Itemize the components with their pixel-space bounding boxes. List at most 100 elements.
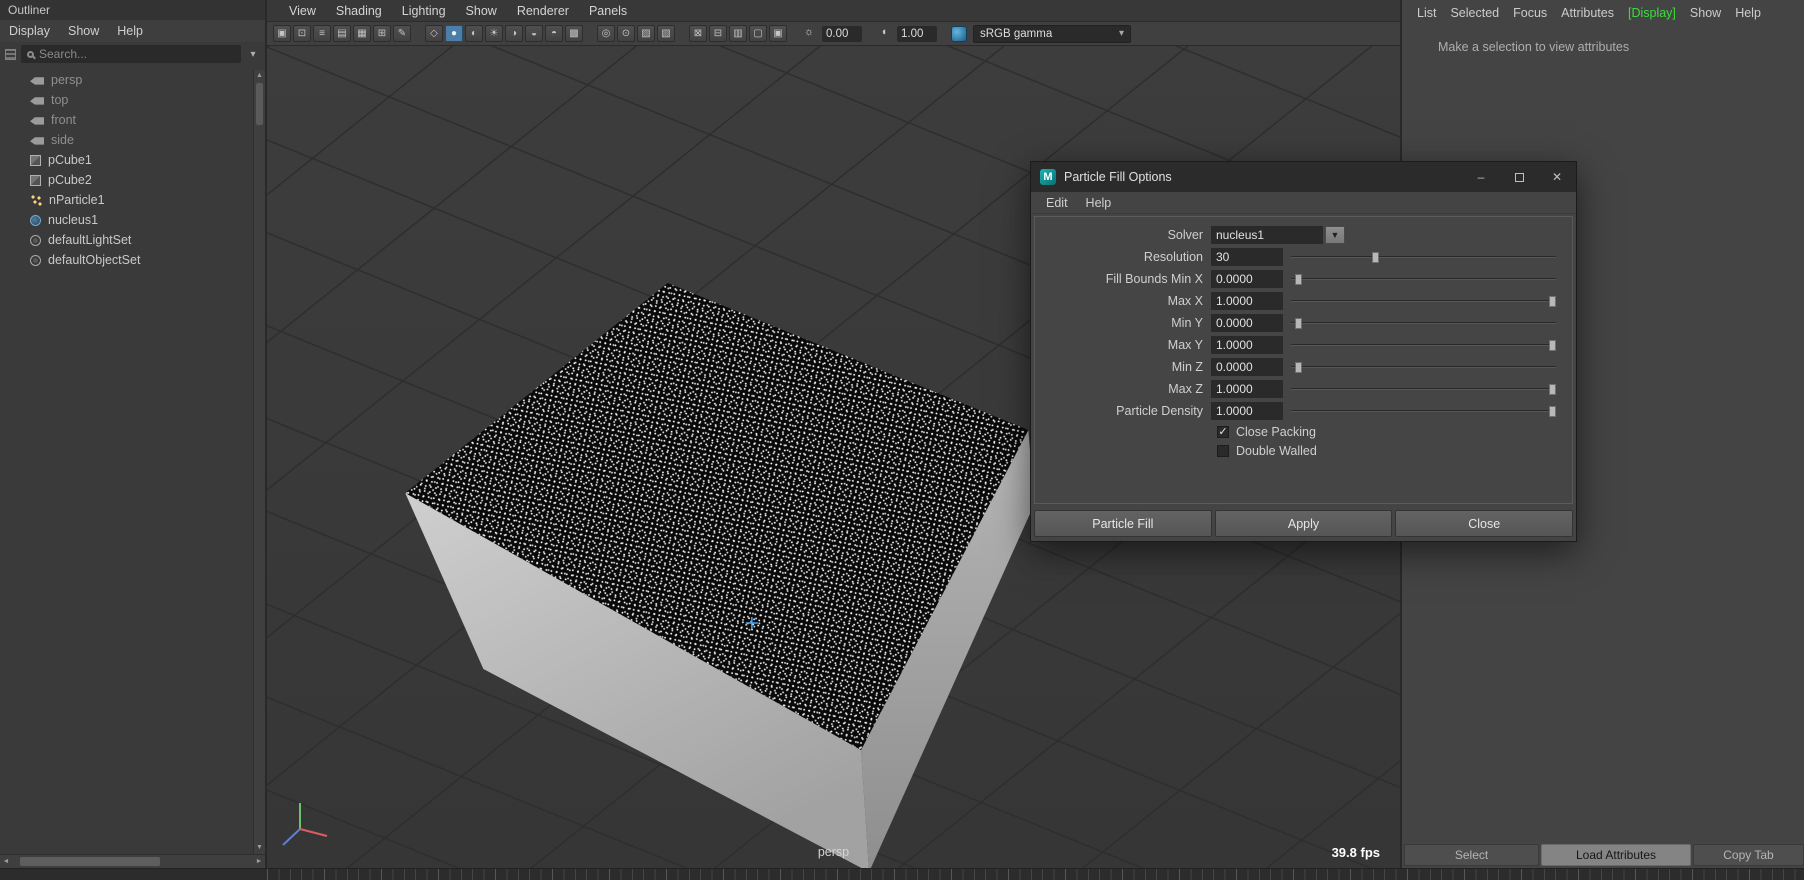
attribute-editor-button[interactable]: Copy Tab xyxy=(1692,844,1804,866)
dialog-menu[interactable]: Help xyxy=(1077,192,1121,213)
outliner-menu[interactable]: Help xyxy=(108,20,152,42)
dialog-titlebar[interactable]: M Particle Fill Options – ✕ xyxy=(1031,162,1576,192)
select-camera-icon[interactable]: ▣ xyxy=(273,25,291,42)
attribute-editor-menu[interactable]: Focus xyxy=(1506,6,1554,20)
slider-handle[interactable] xyxy=(1548,383,1556,395)
slider-handle[interactable] xyxy=(1548,295,1556,307)
scroll-right-icon[interactable]: ► xyxy=(253,855,265,868)
xray-joints-icon[interactable]: ▧ xyxy=(657,25,675,42)
depth-of-field-icon[interactable]: ◎ xyxy=(597,25,615,42)
exposure-icon[interactable]: ☼ xyxy=(801,26,817,42)
camera-attributes-icon[interactable]: ≡ xyxy=(313,25,331,42)
viewport-menu[interactable]: View xyxy=(279,0,326,21)
slider-handle[interactable] xyxy=(1548,339,1556,351)
outliner-item[interactable]: top xyxy=(0,90,253,110)
checkbox[interactable]: ✓ xyxy=(1217,444,1229,457)
outliner-item[interactable]: defaultObjectSet xyxy=(0,250,253,270)
screen-space-ao-icon[interactable]: ◒ xyxy=(525,25,543,42)
gamma-icon[interactable]: ◖ xyxy=(876,26,892,42)
maximize-button[interactable] xyxy=(1500,162,1538,192)
grease-pencil-icon[interactable]: ✎ xyxy=(393,25,411,42)
bookmarks-icon[interactable]: ▤ xyxy=(333,25,351,42)
outliner-vertical-scrollbar[interactable]: ▲ ▼ xyxy=(253,70,265,854)
scroll-down-icon[interactable]: ▼ xyxy=(254,842,265,854)
viewport-menu[interactable]: Show xyxy=(456,0,507,21)
search-input[interactable]: Search... xyxy=(21,45,241,63)
checkbox[interactable]: ✓ xyxy=(1217,425,1229,438)
slider-handle[interactable] xyxy=(1295,361,1302,373)
outliner-item[interactable]: pCube1 xyxy=(0,150,253,170)
attribute-editor-menu[interactable]: Selected xyxy=(1443,6,1506,20)
field-input[interactable]: 1.0000 xyxy=(1211,402,1283,420)
field-input[interactable]: 1.0000 xyxy=(1211,336,1283,354)
smooth-shade-icon[interactable]: ● xyxy=(445,25,463,42)
view-transform-dropdown[interactable]: sRGB gamma ▾ xyxy=(973,24,1131,43)
dialog-action-button[interactable]: Close xyxy=(1395,510,1574,537)
field-slider[interactable] xyxy=(1291,382,1558,397)
field-slider[interactable] xyxy=(1291,338,1558,353)
field-input[interactable]: 0.0000 xyxy=(1211,358,1283,376)
slider-handle[interactable] xyxy=(1548,405,1556,417)
motion-blur-icon[interactable]: ◓ xyxy=(545,25,563,42)
attribute-editor-button[interactable]: Select xyxy=(1404,844,1540,866)
outliner-item[interactable]: pCube2 xyxy=(0,170,253,190)
outliner-menu[interactable]: Show xyxy=(59,20,108,42)
textured-icon[interactable]: ◐ xyxy=(465,25,483,42)
viewport-menu[interactable]: Lighting xyxy=(392,0,456,21)
attribute-editor-menu[interactable]: List xyxy=(1410,6,1443,20)
wireframe-icon[interactable]: ◇ xyxy=(425,25,443,42)
field-input[interactable]: 1.0000 xyxy=(1211,380,1283,398)
outliner-item[interactable]: side xyxy=(0,130,253,150)
slider-handle[interactable] xyxy=(1372,251,1380,263)
slider-handle[interactable] xyxy=(1295,273,1302,285)
attribute-editor-menu[interactable]: Help xyxy=(1728,6,1768,20)
field-chart-icon[interactable]: ▥ xyxy=(729,25,747,42)
use-all-lights-icon[interactable]: ☀ xyxy=(485,25,503,42)
xray-icon[interactable]: ▨ xyxy=(637,25,655,42)
outliner-item[interactable]: persp xyxy=(0,70,253,90)
scroll-up-icon[interactable]: ▲ xyxy=(254,70,265,82)
attribute-editor-menu[interactable]: Show xyxy=(1683,6,1728,20)
dialog-action-button[interactable]: Particle Fill xyxy=(1034,510,1212,537)
gate-mask-icon[interactable]: ⊟ xyxy=(709,25,727,42)
time-slider-strip[interactable] xyxy=(0,868,1804,880)
field-input[interactable]: 1.0000 xyxy=(1211,292,1283,310)
attribute-editor-menu[interactable]: [Display] xyxy=(1621,6,1683,20)
outliner-item[interactable]: nParticle1 xyxy=(0,190,253,210)
lock-camera-icon[interactable]: ⊡ xyxy=(293,25,311,42)
dialog-menu[interactable]: Edit xyxy=(1037,192,1077,213)
multisample-icon[interactable]: ▩ xyxy=(565,25,583,42)
shadows-icon[interactable]: ◑ xyxy=(505,25,523,42)
field-input[interactable]: 30 xyxy=(1211,248,1283,266)
solver-field[interactable]: nucleus1 xyxy=(1211,226,1323,244)
field-slider[interactable] xyxy=(1291,316,1558,331)
filter-icon[interactable] xyxy=(5,48,16,60)
viewport-menu[interactable]: Renderer xyxy=(507,0,579,21)
slider-handle[interactable] xyxy=(1295,317,1302,329)
image-plane-icon[interactable]: ▦ xyxy=(353,25,371,42)
minimize-button[interactable]: – xyxy=(1462,162,1500,192)
field-slider[interactable] xyxy=(1291,404,1558,419)
field-slider[interactable] xyxy=(1291,294,1558,309)
exposure-field[interactable]: 0.00 xyxy=(822,25,862,42)
horizontal-scroll-thumb[interactable] xyxy=(20,857,160,866)
attribute-editor-menu[interactable]: Attributes xyxy=(1554,6,1621,20)
viewport-menu[interactable]: Shading xyxy=(326,0,392,21)
viewport-menu[interactable]: Panels xyxy=(579,0,637,21)
isolate-select-icon[interactable]: ⊙ xyxy=(617,25,635,42)
outliner-menu[interactable]: Display xyxy=(0,20,59,42)
time-ruler-ticks[interactable] xyxy=(267,869,1804,880)
outliner-item[interactable]: defaultLightSet xyxy=(0,230,253,250)
field-slider[interactable] xyxy=(1291,360,1558,375)
2d-pan-zoom-icon[interactable]: ⊞ xyxy=(373,25,391,42)
outliner-item[interactable]: front xyxy=(0,110,253,130)
field-input[interactable]: 0.0000 xyxy=(1211,270,1283,288)
search-options-caret-icon[interactable]: ▾ xyxy=(246,49,260,60)
outliner-item[interactable]: nucleus1 xyxy=(0,210,253,230)
solver-dropdown-button[interactable]: ▼ xyxy=(1325,226,1345,244)
safe-action-icon[interactable]: ▢ xyxy=(749,25,767,42)
color-management-icon[interactable] xyxy=(951,25,967,42)
field-input[interactable]: 0.0000 xyxy=(1211,314,1283,332)
field-slider[interactable] xyxy=(1291,250,1558,265)
scroll-left-icon[interactable]: ◄ xyxy=(0,855,12,868)
